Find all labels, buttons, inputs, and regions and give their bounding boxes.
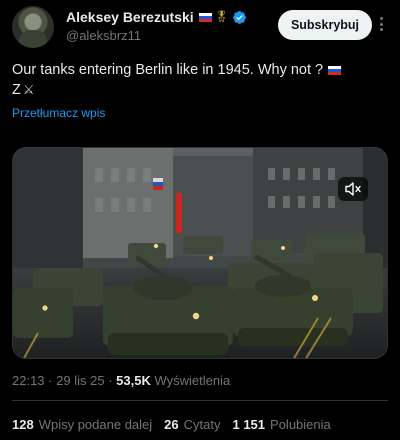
tweet-meta: 22:13 · 29 lis 25 · 53,5K Wyświetlenia [12,373,230,388]
verified-badge-icon[interactable] [232,10,247,25]
likes-stat[interactable]: 1 151 Polubienia [232,417,330,432]
avatar[interactable] [12,6,54,48]
video-player[interactable] [12,147,388,359]
subscribe-button[interactable]: Subskrybuj [278,10,372,40]
tweet-text-line-1: Our tanks entering Berlin like in 1945. … [12,62,324,78]
tweet-header: Aleksey Berezutski 🎖 @aleksbrz11 Subskry… [12,6,388,48]
tweet-date[interactable]: 29 lis 25 [56,373,104,388]
tweet-stats: 128 Wpisy podane dalej 26 Cytaty 1 151 Polu… [12,417,331,432]
meta-separator: · [108,373,113,388]
medal-icon: 🎖 [214,10,229,23]
divider [12,400,388,401]
russian-flag-icon [198,12,212,22]
quotes-count: 26 [164,417,179,432]
tweet-time[interactable]: 22:13 [12,373,45,388]
retweets-stat[interactable]: 128 Wpisy podane dalej [12,417,152,432]
likes-label: Polubienia [270,417,331,432]
retweets-count: 128 [12,417,34,432]
russian-flag-icon [328,65,342,75]
tweet-text: Our tanks entering Berlin like in 1945. … [12,60,388,100]
likes-count: 1 151 [232,417,266,432]
mute-icon [345,182,361,196]
author-display-name[interactable]: Aleksey Berezutski [66,9,194,25]
video-frame [13,148,387,358]
crossed-swords-icon: ⚔ [22,82,35,97]
quotes-label: Cytaty [183,417,221,432]
author-handle[interactable]: @aleksbrz11 [66,28,141,43]
views-label: Wyświetlenia [154,373,231,388]
tweet-text-line-2: Z [12,82,21,98]
author-name-row[interactable]: Aleksey Berezutski 🎖 [66,9,247,25]
views-count: 53,5K [116,373,151,388]
meta-separator: · [48,373,53,388]
quotes-stat[interactable]: 26 Cytaty [164,417,220,432]
mute-button[interactable] [338,177,368,201]
translate-link[interactable]: Przetłumacz wpis [12,106,105,120]
retweets-label: Wpisy podane dalej [38,417,153,432]
more-options-icon[interactable] [374,14,388,34]
